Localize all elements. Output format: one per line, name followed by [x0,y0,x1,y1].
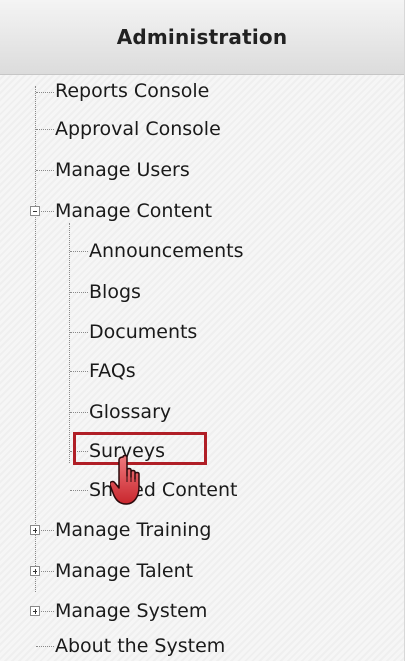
tree-branch [41,571,54,572]
tree-item-glossary[interactable]: Glossary [89,401,171,423]
tree-item-documents[interactable]: Documents [89,321,197,343]
tree-branch [41,611,54,612]
tree-branch [70,251,88,252]
tree-item-faqs[interactable]: FAQs [89,360,136,382]
plus-box-icon[interactable] [30,525,40,535]
tree-connector [35,86,36,592]
tree-item-manage-system[interactable]: Manage System [55,600,207,622]
tree-branch [70,292,88,293]
tree-branch [41,211,54,212]
tree-branch [36,646,54,647]
plus-box-icon[interactable] [30,606,40,616]
admin-panel: Administration Reports Console Approval … [0,0,405,661]
tree-branch [41,530,54,531]
tree-item-blogs[interactable]: Blogs [89,281,141,303]
tree-item-about-the-system[interactable]: About the System [55,635,225,657]
admin-tree: Reports Console Approval Console Manage … [0,74,404,661]
tree-item-reports-console[interactable]: Reports Console [55,80,209,102]
tree-item-announcements[interactable]: Announcements [89,240,244,262]
hand-pointer-icon [110,454,140,505]
tree-branch [36,170,54,171]
tree-item-manage-users[interactable]: Manage Users [55,159,190,181]
tree-item-manage-training[interactable]: Manage Training [55,519,211,541]
tree-branch [70,490,88,491]
plus-box-icon[interactable] [30,566,40,576]
tree-connector-nested [69,223,70,463]
tree-branch [70,332,88,333]
tree-item-manage-talent[interactable]: Manage Talent [55,560,193,582]
panel-header: Administration [0,0,404,75]
panel-title: Administration [116,25,288,49]
tree-item-approval-console[interactable]: Approval Console [55,118,221,140]
tree-branch [70,371,88,372]
tree-branch [36,129,54,130]
tree-branch [36,92,54,93]
minus-box-icon[interactable] [30,206,40,216]
tree-item-manage-content[interactable]: Manage Content [55,200,212,222]
tree-branch [70,412,88,413]
